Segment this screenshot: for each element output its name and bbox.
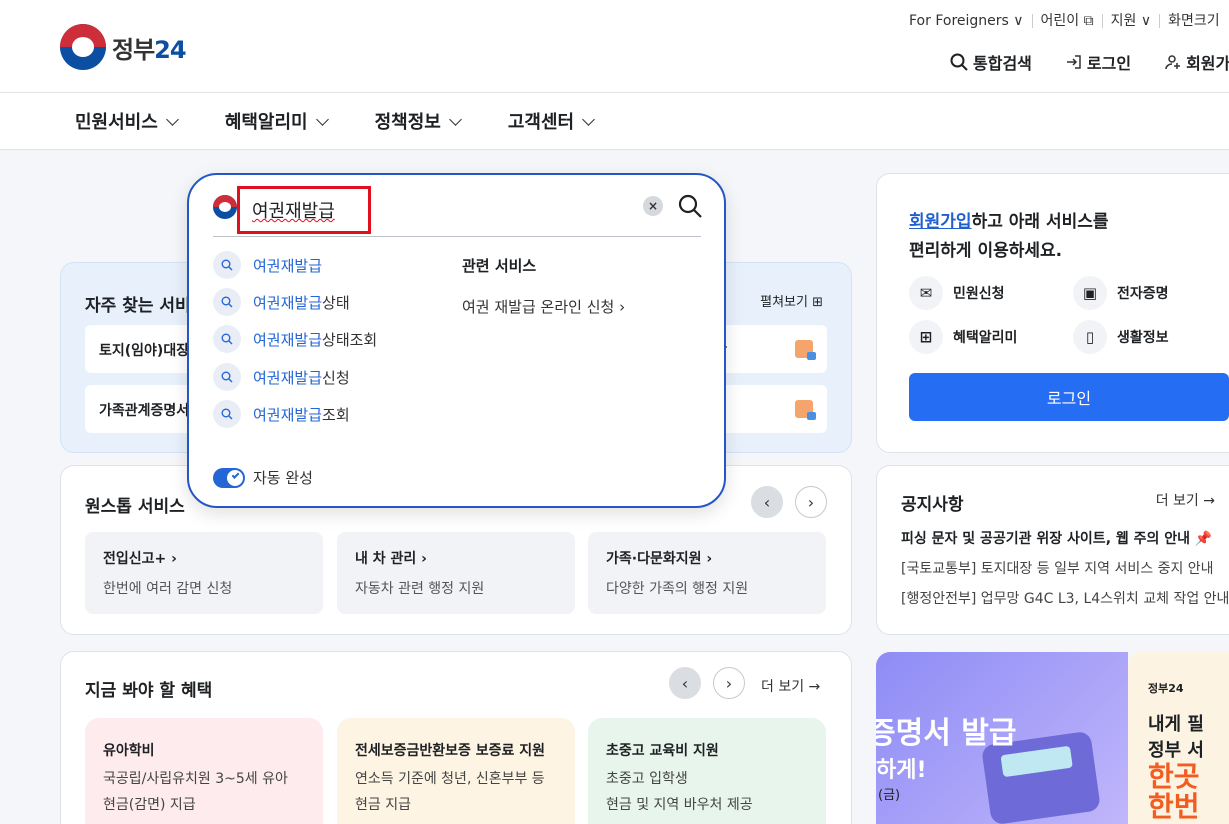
next-button[interactable]: › bbox=[795, 486, 827, 518]
util-foreigners[interactable]: For Foreigners ∨ bbox=[909, 14, 1032, 28]
onestop-tile-my-car[interactable]: 내 차 관리 › 자동차 관련 행정 지원 bbox=[337, 532, 575, 614]
banner-certificate[interactable]: 증명서 발급 하게! (금) bbox=[876, 652, 1128, 824]
prev-button[interactable]: ‹ bbox=[751, 486, 783, 518]
logo[interactable]: 정부24 bbox=[60, 24, 187, 70]
service-civil-request[interactable]: ✉ 민원신청 bbox=[909, 276, 1005, 310]
search-icon bbox=[213, 251, 241, 279]
menu-customer-center[interactable]: 고객센터 bbox=[508, 108, 595, 134]
main-menu: 민원서비스 혜택알리미 정책정보 고객센터 bbox=[0, 93, 1229, 150]
benefit-tile-education[interactable]: 초중고 교육비 지원 초중고 입학생 현금 및 지역 바우처 제공 bbox=[588, 718, 826, 824]
chevron-left-icon: ‹ bbox=[763, 492, 771, 512]
chevron-down-icon bbox=[582, 112, 595, 126]
envelope-icon: ✉ bbox=[909, 276, 943, 310]
service-e-cert[interactable]: ▣ 전자증명 bbox=[1073, 276, 1169, 310]
signup-link[interactable]: 회원가입 bbox=[909, 212, 972, 232]
menu-policy-info[interactable]: 정책정보 bbox=[375, 108, 462, 134]
chevron-down-icon bbox=[315, 112, 329, 126]
search-input[interactable] bbox=[237, 186, 371, 234]
notice-title: 공지사항 bbox=[901, 495, 964, 515]
login-card: 회원가입하고 아래 서비스를 편리하게 이용하세요. ✉ 민원신청 ▣ 전자증명 ⊞… bbox=[876, 173, 1229, 453]
search-divider bbox=[213, 236, 701, 237]
banner-gov24[interactable]: 정부24 내게 필 정부 서 한곳 한번 bbox=[1128, 652, 1229, 824]
related-service-link[interactable]: 여권 재발급 온라인 신청 › bbox=[462, 296, 625, 317]
util-support[interactable]: 지원 ∨ bbox=[1101, 14, 1159, 28]
user-add-icon bbox=[1165, 55, 1181, 70]
benefit-tile-deposit[interactable]: 전세보증금반환보증 보증료 지원 연소득 기준에 청년, 신혼부부 등 현금 지… bbox=[337, 718, 575, 824]
login-link[interactable]: 로그인 bbox=[1066, 50, 1131, 74]
benefits-more-link[interactable]: 더 보기 → bbox=[761, 676, 820, 696]
suggestion-item[interactable]: 여권재발급신청 bbox=[213, 363, 350, 391]
search-icon bbox=[213, 363, 241, 391]
benefits-title: 지금 봐야 할 혜택 bbox=[85, 681, 213, 701]
header: 정부24 For Foreigners ∨ 어린이 ⧉ 지원 ∨ 화면크기 통합… bbox=[0, 0, 1229, 93]
onestop-title: 원스톱 서비스 bbox=[85, 497, 185, 517]
benefit-tile-kindergarten[interactable]: 유아학비 국공립/사립유치원 3~5세 유아 현금(감면) 지급 bbox=[85, 718, 323, 824]
search-autocomplete-popup: × 여권재발급 여권재발급상태 여권재발급상태조회 여권재발급신청 여권재발급조… bbox=[187, 173, 726, 508]
service-life-info[interactable]: ▯ 생활정보 bbox=[1073, 320, 1169, 354]
logo-text: 정부24 bbox=[112, 35, 187, 64]
chevron-right-icon: › bbox=[725, 673, 733, 693]
suggestion-item[interactable]: 여권재발급상태 bbox=[213, 288, 350, 316]
util-links: For Foreigners ∨ 어린이 ⧉ 지원 ∨ 화면크기 bbox=[909, 14, 1228, 28]
autocomplete-toggle-row: 자동 완성 bbox=[213, 467, 313, 488]
next-button[interactable]: › bbox=[713, 667, 745, 699]
close-icon: × bbox=[647, 199, 659, 213]
id-card-icon: ▣ bbox=[1073, 276, 1107, 310]
suggestion-item[interactable]: 여권재발급 bbox=[213, 251, 322, 279]
search-icon bbox=[213, 400, 241, 428]
chevron-down-icon bbox=[165, 112, 179, 126]
check-icon bbox=[231, 470, 240, 479]
util-kids[interactable]: 어린이 ⧉ bbox=[1031, 14, 1102, 28]
prev-button[interactable]: ‹ bbox=[669, 667, 701, 699]
document-icon bbox=[795, 400, 816, 420]
onestop-tile-family[interactable]: 가족·다문화지원 › 다양한 가족의 행정 지원 bbox=[588, 532, 826, 614]
notice-item[interactable]: [국토교통부] 토지대장 등 일부 지역 서비스 중지 안내 bbox=[901, 558, 1214, 578]
search-icon bbox=[213, 288, 241, 316]
chevron-down-icon bbox=[449, 112, 462, 126]
login-button[interactable]: 로그인 bbox=[909, 373, 1229, 421]
suggestion-item[interactable]: 여권재발급상태조회 bbox=[213, 325, 377, 353]
onestop-tile-move-in[interactable]: 전입신고+ › 한번에 여러 감면 신청 bbox=[85, 532, 323, 614]
notice-more-link[interactable]: 더 보기 → bbox=[1156, 490, 1215, 510]
expand-button[interactable]: 펼쳐보기 ⊞ bbox=[760, 291, 823, 310]
menu-benefit-alarm[interactable]: 혜택알리미 bbox=[225, 108, 329, 134]
related-services-title: 관련 서비스 bbox=[462, 257, 537, 275]
notice-card: 공지사항 더 보기 → 피싱 문자 및 공공기관 위장 사이트, 웹 주의 안내… bbox=[876, 465, 1229, 635]
notice-item[interactable]: 피싱 문자 및 공공기관 위장 사이트, 웹 주의 안내 📌 bbox=[901, 528, 1212, 548]
integrated-search-button[interactable]: 통합검색 bbox=[950, 50, 1032, 74]
autocomplete-toggle[interactable] bbox=[213, 467, 245, 488]
document-icon bbox=[795, 340, 816, 360]
suggestion-item[interactable]: 여권재발급조회 bbox=[213, 400, 350, 428]
util-screen-size[interactable]: 화면크기 bbox=[1159, 14, 1228, 28]
clear-search-button[interactable]: × bbox=[643, 196, 663, 216]
login-icon bbox=[1066, 55, 1081, 69]
search-icon bbox=[950, 53, 968, 71]
header-actions: 통합검색 로그인 회원가입 bbox=[950, 50, 1229, 74]
chevron-left-icon: ‹ bbox=[681, 673, 689, 693]
taegeuk-logo-icon bbox=[60, 24, 106, 70]
bookmark-icon: ▯ bbox=[1073, 320, 1107, 354]
search-icon bbox=[213, 325, 241, 353]
taegeuk-logo-icon bbox=[213, 195, 237, 219]
benefits-card: 지금 봐야 할 혜택 ‹ › 더 보기 → 유아학비 국공립/사립유치원 3~5… bbox=[60, 651, 852, 824]
search-submit-icon[interactable] bbox=[677, 193, 703, 219]
chevron-right-icon: › bbox=[807, 492, 815, 512]
gift-icon: ⊞ bbox=[909, 320, 943, 354]
signup-link[interactable]: 회원가입 bbox=[1165, 50, 1229, 74]
notice-item[interactable]: [행정안전부] 업무망 G4C L3, L4스위치 교체 작업 안내 bbox=[901, 588, 1229, 608]
menu-civil-service[interactable]: 민원서비스 bbox=[75, 108, 179, 134]
service-benefit-alarm[interactable]: ⊞ 혜택알리미 bbox=[909, 320, 1017, 354]
login-message: 회원가입하고 아래 서비스를 편리하게 이용하세요. bbox=[909, 212, 1109, 261]
